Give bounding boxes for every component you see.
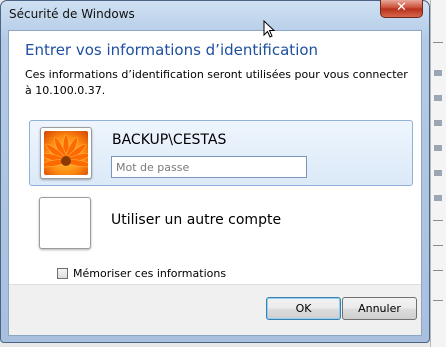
avatar (39, 197, 91, 249)
dialog-body: Entrer vos informations d’identification… (8, 30, 422, 336)
dialog-heading: Entrer vos informations d’identification (25, 41, 319, 59)
ok-button[interactable]: OK (266, 297, 341, 320)
account-name: BACKUP\CESTAS (112, 132, 227, 148)
account-tile-other[interactable]: Utiliser un autre compte (29, 191, 413, 257)
password-input[interactable] (111, 156, 307, 178)
avatar (40, 127, 92, 179)
close-button[interactable]: ✕ (380, 0, 423, 18)
window-title: Sécurité de Windows (9, 7, 135, 21)
close-icon: ✕ (396, 0, 407, 15)
orange-flower-icon (44, 131, 88, 175)
blank-avatar-icon (43, 201, 87, 245)
remember-checkbox[interactable] (57, 268, 68, 279)
background-window (430, 0, 446, 347)
dialog-description: Ces informations d’identification seront… (25, 68, 408, 97)
other-account-label: Utiliser un autre compte (111, 212, 282, 228)
remember-label: Mémoriser ces informations (73, 267, 227, 280)
remember-option[interactable]: Mémoriser ces informations (57, 267, 226, 280)
mouse-cursor-icon (263, 20, 275, 38)
credential-dialog: Sécurité de Windows ✕ Entrer vos informa… (0, 0, 430, 343)
cancel-button[interactable]: Annuler (342, 297, 417, 320)
dialog-footer: OK Annuler (9, 284, 421, 335)
title-bar[interactable]: Sécurité de Windows ✕ (1, 0, 429, 29)
account-tile-current[interactable]: BACKUP\CESTAS (29, 120, 413, 186)
